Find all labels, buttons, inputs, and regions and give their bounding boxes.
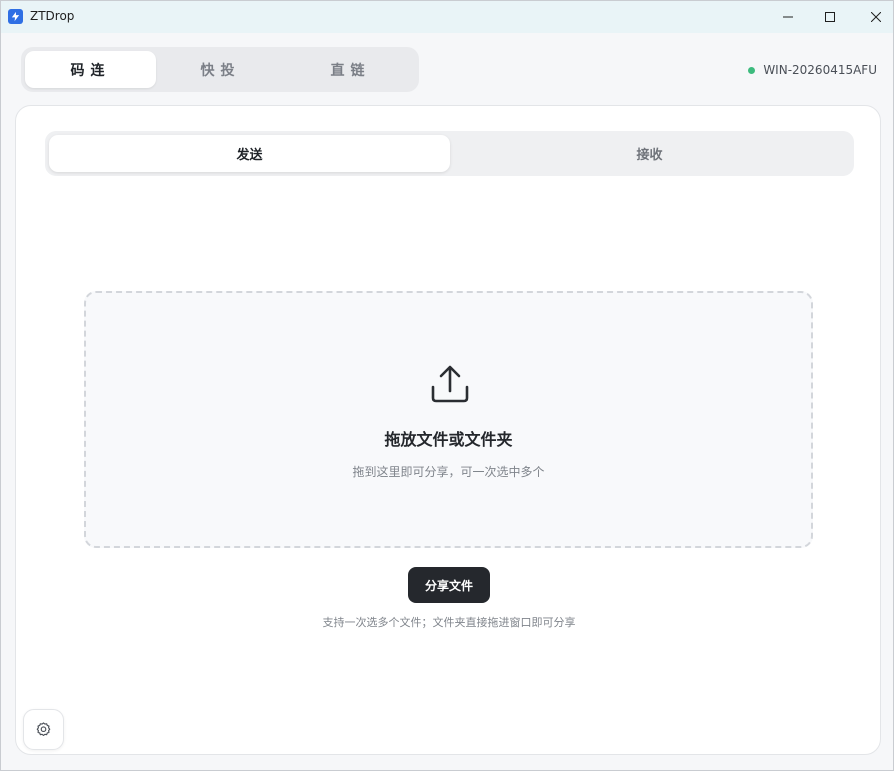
device-name: WIN-20260415AFU [763, 63, 877, 77]
online-status-dot [748, 66, 756, 74]
gear-icon [36, 722, 51, 737]
tab-send[interactable]: 发送 [49, 135, 450, 172]
close-icon [871, 12, 881, 22]
tab-receive[interactable]: 接收 [449, 135, 850, 172]
minimize-icon [783, 16, 793, 18]
minimize-button[interactable] [765, 1, 811, 33]
device-status: WIN-20260415AFU [748, 63, 877, 77]
title-bar[interactable]: ZTDrop [1, 1, 893, 33]
mode-tab-bar: 码连 快投 直链 [21, 47, 419, 92]
settings-button[interactable] [23, 709, 64, 750]
maximize-icon [825, 12, 835, 22]
file-dropzone[interactable]: 拖放文件或文件夹 拖到这里即可分享，可一次选中多个 [84, 291, 813, 548]
maximize-button[interactable] [807, 1, 853, 33]
dropzone-subtitle: 拖到这里即可分享，可一次选中多个 [352, 465, 545, 479]
upload-icon [431, 365, 469, 403]
send-receive-tab-bar: 发送 接收 [45, 131, 854, 176]
tab-direct-link[interactable]: 直链 [285, 51, 416, 88]
app-window: ZTDrop 码连 快投 直链 WIN-20260415AFU 发送 接收 拖放… [0, 0, 894, 771]
app-title: ZTDrop [30, 9, 75, 23]
app-logo-icon [8, 9, 23, 24]
share-hint-text: 支持一次选多个文件；文件夹直接拖进窗口即可分享 [322, 616, 576, 629]
tab-code-connect[interactable]: 码连 [25, 51, 156, 88]
main-panel: 发送 接收 拖放文件或文件夹 拖到这里即可分享，可一次选中多个 分享文件 支持一… [15, 105, 881, 755]
dropzone-title: 拖放文件或文件夹 [384, 430, 513, 449]
share-files-button[interactable]: 分享文件 [408, 567, 490, 603]
close-button[interactable] [853, 1, 894, 33]
tab-quick-cast[interactable]: 快投 [155, 51, 286, 88]
